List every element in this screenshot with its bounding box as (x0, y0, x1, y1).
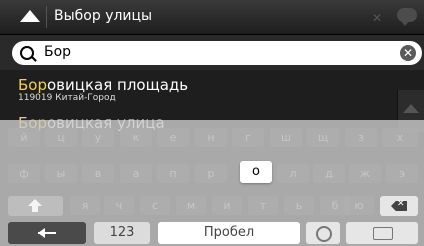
result-rest: овицкая площадь (47, 76, 189, 94)
header-divider (46, 6, 47, 28)
space-key[interactable]: Пробел (158, 222, 300, 244)
key[interactable]: е (157, 128, 189, 147)
key[interactable]: п (157, 164, 189, 183)
search-input[interactable]: Бор ✕ (12, 41, 422, 65)
numbers-key[interactable]: 123 (94, 222, 150, 244)
clear-icon[interactable]: ✕ (400, 45, 416, 61)
language-key[interactable] (306, 222, 340, 244)
key[interactable]: а (120, 164, 152, 183)
key[interactable]: у (82, 128, 114, 147)
key[interactable]: л (277, 164, 309, 183)
hide-keyboard-key[interactable] (346, 222, 418, 244)
onscreen-keyboard: й ц у к е н г ш щ з х ф ы в а п р о л д … (0, 120, 424, 246)
key[interactable]: т (248, 196, 278, 215)
key[interactable]: д (313, 164, 345, 183)
key[interactable]: ч (104, 196, 134, 215)
result-highlight: Бор (18, 76, 47, 94)
search-query: Бор (44, 44, 72, 60)
key[interactable]: х (382, 128, 418, 147)
key[interactable]: з (345, 128, 377, 147)
search-area: Бор ✕ (0, 35, 424, 70)
page-title: Выбор улицы (54, 8, 153, 24)
backspace-key[interactable]: ✕ (380, 196, 418, 216)
key[interactable]: в (82, 164, 114, 183)
back-triangle-icon[interactable] (20, 10, 40, 22)
key[interactable]: ф (8, 164, 40, 183)
results-list: Боровицкая площадь 119019 Китай-Город Бо… (0, 70, 424, 132)
key[interactable]: м (176, 196, 206, 215)
key[interactable]: щ (307, 128, 339, 147)
globe-icon (316, 226, 332, 242)
key[interactable]: и (212, 196, 242, 215)
shift-arrow-icon (28, 199, 42, 206)
key[interactable]: ь (284, 196, 314, 215)
header-bar: Выбор улицы ✕ (0, 0, 424, 35)
key[interactable]: с (140, 196, 170, 215)
tools-icon[interactable]: ✕ (372, 11, 382, 25)
key[interactable]: к (120, 128, 152, 147)
key[interactable]: г (232, 128, 264, 147)
key[interactable]: ю (344, 196, 374, 215)
shift-key[interactable] (8, 196, 63, 216)
key-active[interactable]: о (240, 161, 272, 183)
key[interactable]: й (8, 128, 40, 147)
key[interactable]: н (195, 128, 227, 147)
key[interactable]: ж (349, 164, 381, 183)
key[interactable]: ц (45, 128, 77, 147)
result-subtitle: 119019 Китай-Город (18, 93, 116, 103)
chat-bubble-icon[interactable] (397, 8, 417, 26)
keyboard-icon (373, 227, 393, 240)
key[interactable]: ш (270, 128, 302, 147)
key[interactable]: р (195, 164, 227, 183)
search-icon (20, 46, 34, 60)
key[interactable]: я (70, 196, 100, 215)
list-item[interactable]: Боровицкая площадь 119019 Китай-Город (0, 76, 395, 103)
back-arrow-key[interactable] (8, 222, 86, 244)
key[interactable]: ы (45, 164, 77, 183)
key[interactable]: э (386, 164, 418, 183)
result-title: Боровицкая площадь (0, 76, 395, 94)
